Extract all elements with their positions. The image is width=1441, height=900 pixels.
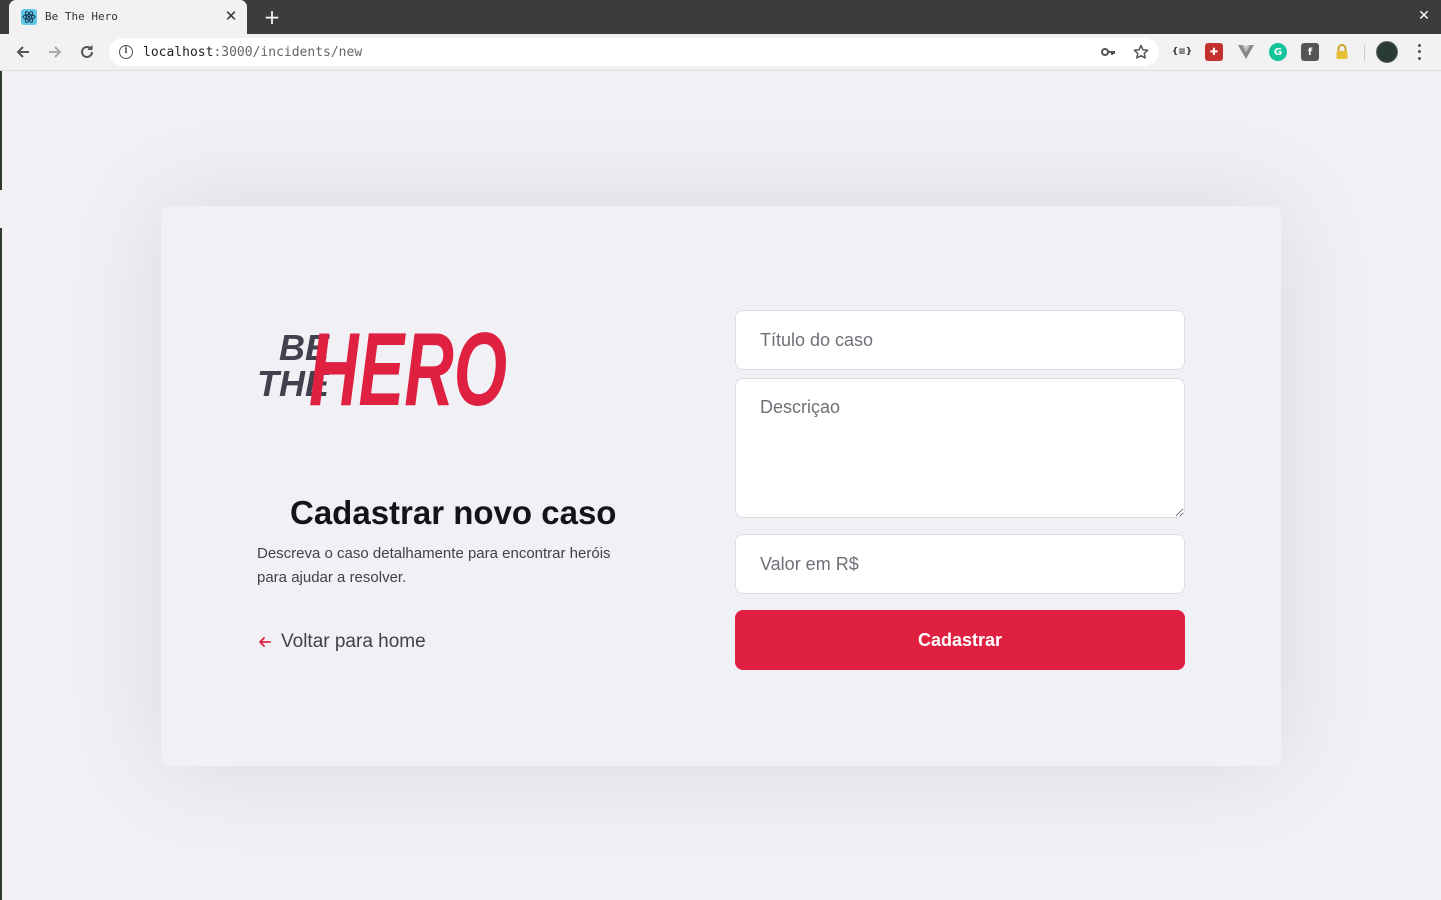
url-path: :3000/incidents/new — [213, 45, 363, 60]
logo-hero: HERO — [309, 312, 507, 420]
vue-ext-icon[interactable] — [1237, 43, 1255, 61]
key-icon[interactable] — [1099, 43, 1117, 61]
lock-ext-icon[interactable] — [1333, 43, 1351, 61]
profile-avatar[interactable] — [1376, 41, 1398, 63]
puzzle-ext-icon[interactable]: ✚ — [1205, 43, 1223, 61]
cadastrar-button[interactable]: Cadastrar — [735, 610, 1185, 670]
url-text[interactable]: localhost:3000/incidents/new — [143, 45, 362, 60]
close-window-icon[interactable]: ✕ — [1417, 7, 1431, 25]
forward-arrow-icon[interactable] — [44, 41, 66, 63]
react-favicon-icon — [21, 9, 37, 25]
case-value-input[interactable] — [735, 534, 1185, 594]
address-bar[interactable]: i localhost:3000/incidents/new — [109, 38, 1159, 66]
arrow-left-icon — [257, 634, 273, 650]
window-edge-gap — [0, 190, 2, 228]
be-the-hero-logo: BE THE HERO — [257, 312, 507, 420]
new-tab-button[interactable]: + — [262, 7, 282, 27]
page-description: Descreva o caso detalhamente para encont… — [257, 545, 611, 586]
code-ext-icon[interactable]: {≡} — [1172, 43, 1192, 61]
tab-title: Be The Hero — [45, 10, 118, 23]
grammarly-ext-icon[interactable]: G — [1269, 43, 1287, 61]
page-title: Cadastrar novo caso — [290, 494, 617, 531]
browser-tab-bar: Be The Hero ✕ + ✕ — [0, 0, 1441, 34]
back-to-home-link[interactable]: Voltar para home — [257, 631, 426, 653]
new-incident-card: BE THE HERO Cadastrar novo caso Descreva… — [161, 206, 1281, 766]
browser-toolbar: i localhost:3000/incidents/new {≡} ✚ G f — [0, 34, 1441, 71]
case-description-textarea[interactable] — [735, 378, 1185, 518]
facebook-ext-icon[interactable]: f — [1301, 43, 1319, 61]
case-title-input[interactable] — [735, 310, 1185, 370]
url-host: localhost — [143, 45, 214, 60]
toolbar-divider — [1364, 45, 1365, 61]
browser-tab[interactable]: Be The Hero ✕ — [9, 0, 247, 34]
back-arrow-icon[interactable] — [12, 41, 34, 63]
close-tab-icon[interactable]: ✕ — [223, 8, 239, 24]
bookmark-star-icon[interactable] — [1132, 43, 1150, 61]
reload-icon[interactable] — [76, 41, 98, 63]
site-info-icon[interactable]: i — [119, 45, 133, 59]
browser-menu-icon[interactable] — [1412, 42, 1426, 62]
back-link-label: Voltar para home — [281, 631, 426, 652]
